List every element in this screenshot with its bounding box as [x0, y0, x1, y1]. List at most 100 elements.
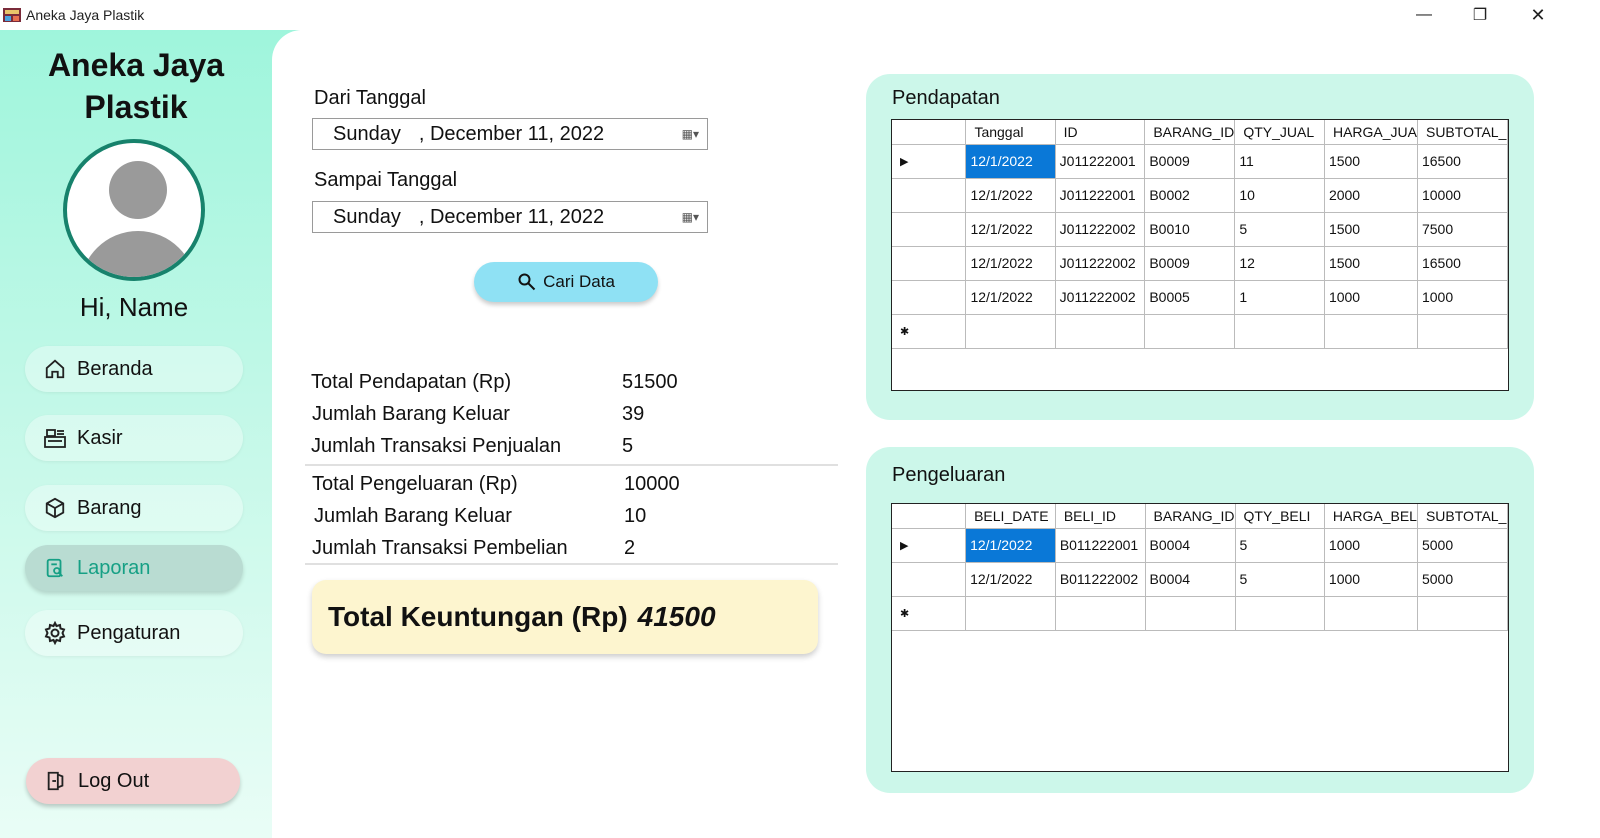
row-header[interactable] [892, 280, 967, 315]
nav-kasir[interactable]: Kasir [25, 415, 243, 461]
nav-barang[interactable]: Barang [25, 485, 243, 531]
row-header[interactable] [892, 212, 967, 247]
new-row[interactable]: ✱ [892, 596, 1508, 631]
table-cell[interactable]: B0010 [1144, 212, 1236, 247]
logout-button[interactable]: Log Out [26, 758, 240, 804]
column-header[interactable]: BARANG_ID [1144, 120, 1236, 145]
current-row-indicator[interactable]: ▶ [892, 144, 967, 179]
from-date-picker[interactable]: Sunday , December 11, 2022 ▦▾ [312, 118, 708, 150]
table-cell[interactable]: 12 [1234, 246, 1325, 281]
table-cell[interactable] [965, 596, 1056, 631]
table-cell[interactable]: 5 [1235, 562, 1325, 597]
table-cell[interactable]: 1000 [1324, 528, 1418, 563]
table-cell[interactable]: 12/1/2022 [965, 528, 1056, 563]
column-header[interactable]: BARANG_ID [1145, 504, 1236, 529]
table-cell[interactable]: 1500 [1324, 212, 1418, 247]
row-header[interactable] [892, 178, 967, 213]
table-cell[interactable]: 5 [1235, 528, 1325, 563]
new-row-indicator[interactable]: ✱ [892, 314, 967, 349]
table-cell[interactable]: 1 [1234, 280, 1325, 315]
table-cell[interactable]: 16500 [1417, 246, 1508, 281]
table-cell[interactable] [1145, 596, 1236, 631]
table-cell[interactable]: 5000 [1417, 562, 1508, 597]
table-cell[interactable]: 12/1/2022 [965, 144, 1056, 179]
column-header[interactable]: QTY_BELI [1235, 504, 1325, 529]
table-cell[interactable]: B011222002 [1055, 562, 1146, 597]
column-header[interactable]: HARGA_BEL [1324, 504, 1418, 529]
table-cell[interactable] [1234, 314, 1325, 349]
new-row-indicator[interactable]: ✱ [892, 596, 967, 631]
table-cell[interactable]: B011222001 [1055, 528, 1146, 563]
table-cell[interactable]: B0004 [1145, 562, 1236, 597]
nav-pengaturan[interactable]: Pengaturan [25, 610, 243, 656]
table-row[interactable]: 12/1/2022 J011222002 B0005 1 1000 1000 [892, 280, 1508, 315]
table-cell[interactable] [1417, 596, 1508, 631]
table-cell[interactable]: 5000 [1417, 528, 1508, 563]
column-header[interactable]: SUBTOTAL_ [1417, 120, 1508, 145]
nav-beranda[interactable]: Beranda [25, 346, 243, 392]
table-row[interactable]: ▶ 12/1/2022 B011222001 B0004 5 1000 5000 [892, 528, 1508, 563]
to-date-picker[interactable]: Sunday , December 11, 2022 ▦▾ [312, 201, 708, 233]
table-cell[interactable]: J011222002 [1055, 280, 1146, 315]
table-cell[interactable]: B0004 [1145, 528, 1236, 563]
column-header[interactable]: ID [1055, 120, 1146, 145]
calendar-dropdown-icon[interactable]: ▦▾ [682, 127, 699, 141]
table-cell[interactable]: 7500 [1417, 212, 1508, 247]
table-cell[interactable] [1055, 314, 1146, 349]
table-cell[interactable]: 11 [1234, 144, 1325, 179]
row-header[interactable] [892, 562, 967, 597]
pengeluaran-grid[interactable]: BELI_DATE BELI_ID BARANG_ID QTY_BELI HAR… [891, 503, 1509, 772]
table-cell[interactable] [1324, 314, 1418, 349]
table-cell[interactable]: 16500 [1417, 144, 1508, 179]
table-row[interactable]: 12/1/2022 J011222002 B0010 5 1500 7500 [892, 212, 1508, 247]
table-cell[interactable]: B0002 [1144, 178, 1236, 213]
table-cell[interactable]: 1500 [1324, 246, 1418, 281]
table-cell[interactable]: 5 [1234, 212, 1325, 247]
table-cell[interactable]: 12/1/2022 [965, 212, 1056, 247]
column-header[interactable]: SUBTOTAL_ [1417, 504, 1508, 529]
table-cell[interactable]: 1000 [1324, 562, 1418, 597]
table-cell[interactable]: 1500 [1324, 144, 1418, 179]
table-cell[interactable] [1324, 596, 1418, 631]
table-cell[interactable]: 10 [1234, 178, 1325, 213]
table-cell[interactable] [1144, 314, 1236, 349]
table-cell[interactable] [965, 314, 1056, 349]
table-cell[interactable]: B0009 [1144, 246, 1236, 281]
minimize-button[interactable]: — [1396, 0, 1452, 30]
table-row[interactable]: ▶ 12/1/2022 J011222001 B0009 11 1500 165… [892, 144, 1508, 179]
table-cell[interactable] [1235, 596, 1325, 631]
table-cell[interactable]: B0005 [1144, 280, 1236, 315]
table-row[interactable]: 12/1/2022 B011222002 B0004 5 1000 5000 [892, 562, 1508, 597]
column-header[interactable]: BELI_DATE [965, 504, 1056, 529]
row-header[interactable] [892, 246, 967, 281]
column-header[interactable]: HARGA_JUA [1324, 120, 1418, 145]
table-cell[interactable]: 1000 [1324, 280, 1418, 315]
table-cell[interactable]: 12/1/2022 [965, 562, 1056, 597]
table-cell[interactable]: J011222001 [1055, 178, 1146, 213]
table-cell[interactable] [1055, 596, 1146, 631]
table-cell[interactable]: B0009 [1144, 144, 1236, 179]
nav-laporan[interactable]: Laporan [25, 545, 243, 591]
new-row[interactable]: ✱ [892, 314, 1508, 349]
search-button[interactable]: Cari Data [474, 262, 658, 302]
table-row[interactable]: 12/1/2022 J011222001 B0002 10 2000 10000 [892, 178, 1508, 213]
table-cell[interactable]: 12/1/2022 [965, 280, 1056, 315]
table-cell[interactable] [1417, 314, 1508, 349]
table-cell[interactable]: 2000 [1324, 178, 1418, 213]
close-button[interactable]: ✕ [1510, 0, 1566, 30]
column-header[interactable]: BELI_ID [1055, 504, 1146, 529]
table-cell[interactable]: J011222001 [1055, 144, 1146, 179]
column-header[interactable]: QTY_JUAL [1234, 120, 1325, 145]
table-cell[interactable]: 10000 [1417, 178, 1508, 213]
table-cell[interactable]: J011222002 [1055, 246, 1146, 281]
maximize-button[interactable]: ❐ [1452, 0, 1508, 30]
calendar-dropdown-icon[interactable]: ▦▾ [682, 210, 699, 224]
table-cell[interactable]: J011222002 [1055, 212, 1146, 247]
column-header[interactable]: Tanggal [965, 120, 1056, 145]
pendapatan-grid[interactable]: Tanggal ID BARANG_ID QTY_JUAL HARGA_JUA … [891, 119, 1509, 391]
current-row-indicator[interactable]: ▶ [892, 528, 967, 563]
table-row[interactable]: 12/1/2022 J011222002 B0009 12 1500 16500 [892, 246, 1508, 281]
table-cell[interactable]: 12/1/2022 [965, 178, 1056, 213]
table-cell[interactable]: 1000 [1417, 280, 1508, 315]
table-cell[interactable]: 12/1/2022 [965, 246, 1056, 281]
